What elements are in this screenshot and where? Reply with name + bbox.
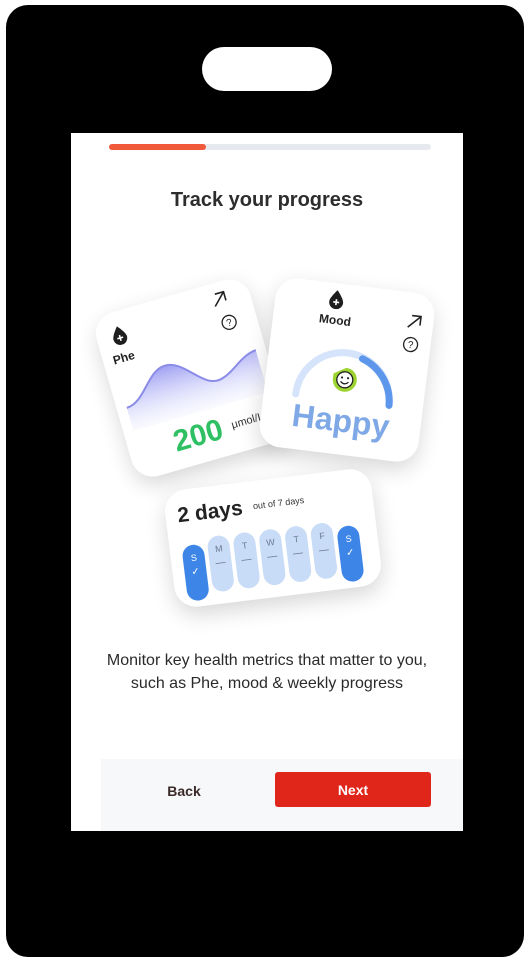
arrow-up-right-icon [407,314,422,328]
days-suffix: out of 7 days [252,494,305,512]
mood-label: Mood [318,311,352,330]
day-letter: T [292,533,300,545]
days-row: S ✓ M — T — W — T — F — S ✓ [181,517,376,602]
arrow-up-right-icon [214,290,227,307]
footer-bar: Back Next [101,759,463,831]
svg-text:?: ? [225,317,234,329]
description: Monitor key health metrics that matter t… [106,652,428,692]
day-pill: M — [206,534,236,593]
day-letter: S [190,552,198,564]
day-pill: F — [309,521,339,581]
svg-text:?: ? [407,340,414,352]
day-letter: F [318,530,326,542]
progress-fill [109,144,206,150]
day-dash: — [292,547,304,560]
drop-icon [113,326,128,345]
days-count: 2 days [176,496,244,528]
day-pill: T — [232,531,261,590]
mood-card: Mood ? Happy [257,275,437,465]
drop-icon [329,290,344,310]
smiley-icon [332,367,357,392]
next-button[interactable]: Next [275,772,431,807]
metrics-illustration: Phe ? 200 μmol/L Mood ? Happy 2 days out… [71,273,463,633]
back-button[interactable]: Back [149,773,219,809]
day-letter: M [214,543,224,555]
phe-card: Phe ? 200 μmol/L [90,274,292,482]
page-title: Track your progress [170,189,364,211]
day-letter: W [265,536,276,548]
onboarding-screen: Track your progress Phe ? 200 μmol/L Moo… [71,133,463,831]
check-icon: ✓ [190,566,201,579]
day-pill: S ✓ [181,543,210,602]
help-icon: ? [221,314,237,330]
day-dash: — [266,550,278,563]
progress-bar [109,144,431,150]
device-notch [202,47,332,91]
screen-top-edge [101,133,435,136]
check-icon: ✓ [345,547,356,560]
day-pill: T — [283,524,313,584]
day-pill: S ✓ [336,524,365,583]
day-letter: S [345,533,353,545]
weekly-progress-card: 2 days out of 7 days S ✓ M — T — W — T — F — S ✓ [162,466,384,610]
day-dash: — [215,556,227,570]
phe-value: 200 [169,412,227,459]
day-pill: W — [258,528,287,587]
day-dash: — [240,553,253,566]
help-icon: ? [402,336,419,353]
day-dash: — [318,544,330,557]
day-letter: T [241,540,249,551]
